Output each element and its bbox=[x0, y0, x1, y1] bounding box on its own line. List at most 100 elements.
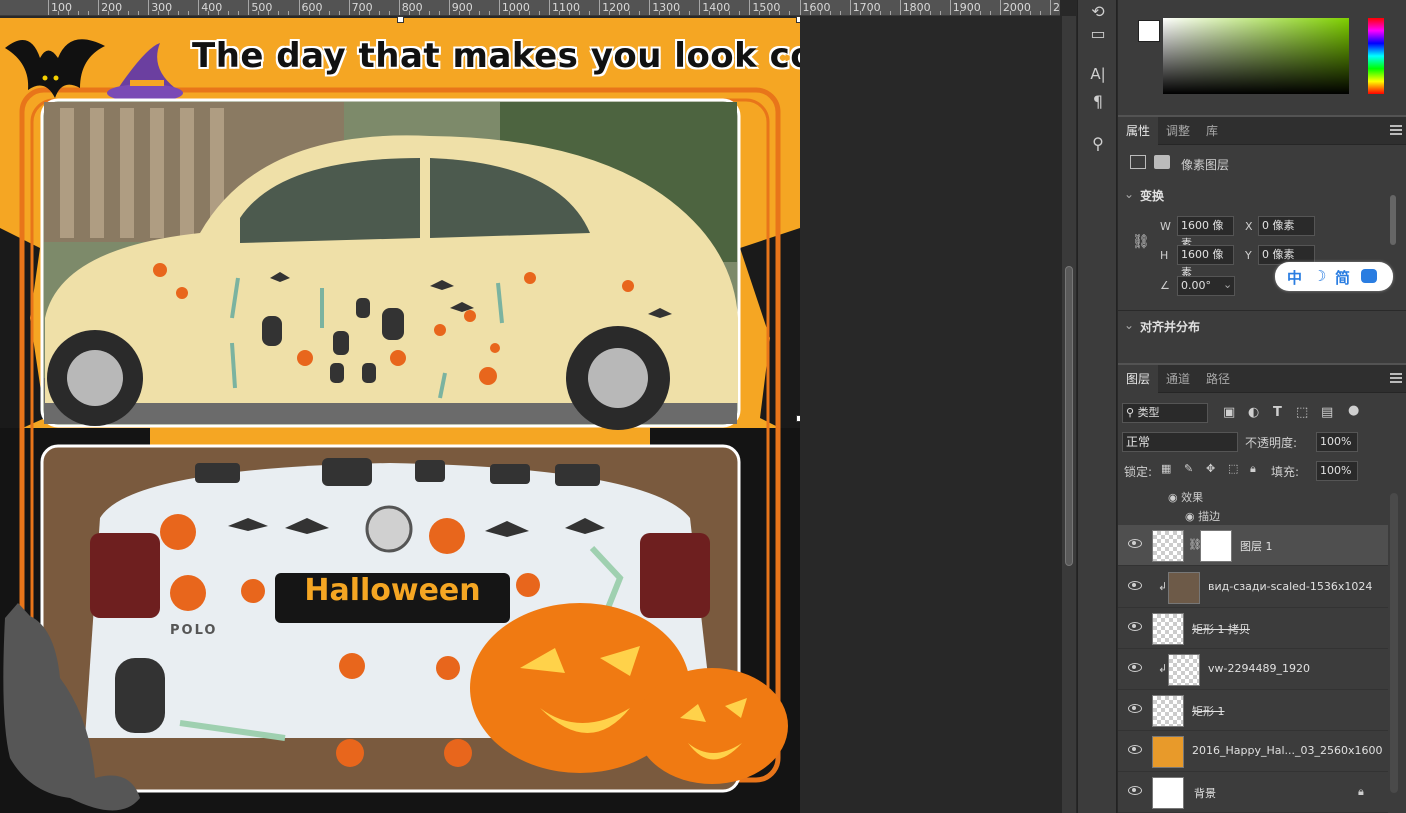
ruler-minor-tick bbox=[58, 11, 60, 15]
opacity-field[interactable]: 100% bbox=[1316, 432, 1358, 452]
filter-shape-icon[interactable]: ⬚ bbox=[1296, 405, 1308, 420]
ruler-minor-tick bbox=[468, 11, 470, 15]
layer-row[interactable]: ↲ vw-2294489_1920 bbox=[1118, 649, 1388, 690]
ruler-minor-tick bbox=[689, 11, 691, 15]
angle-dropdown-icon[interactable]: ⌄ bbox=[1223, 278, 1232, 291]
vertical-scrollbar[interactable] bbox=[1062, 16, 1076, 813]
ruler-tick-label: 1100 bbox=[549, 0, 580, 15]
ruler-minor-tick bbox=[589, 11, 591, 15]
tab-properties[interactable]: 属性 bbox=[1118, 117, 1159, 145]
ruler-minor-tick bbox=[308, 11, 310, 15]
ruler-minor-tick bbox=[629, 11, 631, 15]
blend-mode-select[interactable]: 正常 bbox=[1122, 432, 1238, 452]
effects-row[interactable]: ◉ 效果 bbox=[1168, 489, 1203, 505]
height-field[interactable]: 1600 像素 bbox=[1177, 245, 1234, 279]
eye-icon[interactable] bbox=[1128, 786, 1142, 795]
foreground-swatch[interactable] bbox=[1138, 20, 1160, 42]
panel-menu-icon[interactable] bbox=[1390, 373, 1402, 383]
layer-row[interactable]: 矩形 1 bbox=[1118, 690, 1388, 731]
filter-image-icon[interactable]: ▣ bbox=[1223, 405, 1235, 420]
ruler-minor-tick bbox=[989, 11, 991, 15]
stroke-effect-row[interactable]: ◉ 描边 bbox=[1185, 508, 1220, 524]
ruler-minor-tick bbox=[959, 11, 961, 15]
layer-name[interactable]: 矩形 1 拷贝 bbox=[1192, 621, 1250, 637]
tab-adjustments[interactable]: 调整 bbox=[1158, 117, 1198, 145]
ruler-minor-tick bbox=[158, 11, 160, 15]
layer-name[interactable]: вид-сзади-scaled-1536x1024 bbox=[1208, 580, 1372, 593]
ruler-minor-tick bbox=[518, 11, 520, 15]
tab-channels[interactable]: 通道 bbox=[1158, 365, 1198, 393]
layer-row[interactable]: ↲ вид-сзади-scaled-1536x1024 bbox=[1118, 567, 1388, 608]
layer-row[interactable]: 2016_Happy_Hal..._03_2560x1600 bbox=[1118, 731, 1388, 772]
filter-smart-icon[interactable]: ▤ bbox=[1321, 405, 1333, 420]
layer-mask-thumbnail[interactable] bbox=[1200, 530, 1232, 562]
eye-icon[interactable] bbox=[1128, 539, 1142, 548]
stroke-label: 描边 bbox=[1198, 510, 1221, 523]
hue-slider[interactable] bbox=[1368, 18, 1384, 94]
width-field[interactable]: 1600 像素 bbox=[1177, 216, 1234, 250]
eye-icon[interactable] bbox=[1128, 581, 1142, 590]
filter-type-icon[interactable]: T bbox=[1273, 405, 1282, 420]
eye-icon[interactable]: ◉ bbox=[1185, 510, 1198, 523]
tab-paths[interactable]: 路径 bbox=[1198, 365, 1238, 393]
lock-transparent-icon[interactable]: ▦ bbox=[1161, 462, 1171, 475]
link-icon[interactable]: ⛓ bbox=[1132, 234, 1150, 250]
fill-field[interactable]: 100% bbox=[1316, 461, 1358, 481]
eye-icon[interactable] bbox=[1128, 745, 1142, 754]
transform-title[interactable]: 变换 bbox=[1140, 187, 1164, 204]
ruler-minor-tick bbox=[278, 11, 280, 15]
ruler-tick-label: 1500 bbox=[749, 0, 780, 15]
layer-name[interactable]: 背景 bbox=[1194, 785, 1216, 801]
layer-thumbnail bbox=[1152, 613, 1184, 645]
ime-toolbar[interactable]: 中 ☽ 简 bbox=[1275, 262, 1393, 291]
document-canvas[interactable]: The day that makes you look cool Hallowe… bbox=[0, 18, 800, 813]
layer-name[interactable]: vw-2294489_1920 bbox=[1208, 662, 1310, 675]
selection-handle-top[interactable] bbox=[397, 16, 404, 23]
mask-icon[interactable] bbox=[1154, 155, 1170, 169]
lock-all-icon[interactable]: 🔒︎ bbox=[1250, 462, 1256, 476]
ime-simplified-icon[interactable]: 简 bbox=[1335, 267, 1350, 288]
properties-scrollbar[interactable] bbox=[1390, 195, 1396, 245]
layer-thumbnail bbox=[1152, 695, 1184, 727]
ruler-minor-tick bbox=[1009, 11, 1011, 15]
eye-icon[interactable] bbox=[1128, 663, 1142, 672]
eye-icon[interactable] bbox=[1128, 704, 1142, 713]
layer-row[interactable]: 背景 🔒︎ bbox=[1118, 772, 1388, 813]
filter-adjustment-icon[interactable]: ◐ bbox=[1248, 405, 1259, 420]
eye-icon[interactable] bbox=[1128, 622, 1142, 631]
x-field[interactable]: 0 像素 bbox=[1258, 216, 1315, 236]
chevron-down-icon[interactable]: ⌄ bbox=[1124, 187, 1134, 201]
tab-libraries[interactable]: 库 bbox=[1198, 117, 1226, 145]
tab-layers[interactable]: 图层 bbox=[1118, 365, 1159, 393]
lock-artboard-icon[interactable]: ⬚ bbox=[1228, 462, 1238, 475]
color-field[interactable] bbox=[1163, 18, 1349, 94]
ruler-minor-tick bbox=[889, 11, 891, 15]
align-distribute-title[interactable]: 对齐并分布 bbox=[1140, 318, 1200, 335]
ruler-minor-tick bbox=[929, 11, 931, 15]
ruler-minor-tick bbox=[909, 11, 911, 15]
layers-scrollbar[interactable] bbox=[1390, 493, 1398, 793]
hand-tool-icon[interactable]: ⚲ bbox=[1086, 132, 1110, 156]
ime-skin-icon[interactable] bbox=[1361, 269, 1377, 283]
ruler-minor-tick bbox=[829, 11, 831, 15]
lock-position-icon[interactable]: ✥ bbox=[1206, 462, 1215, 475]
comment-icon[interactable]: ▭ bbox=[1086, 22, 1110, 46]
ime-chinese-icon[interactable]: 中 bbox=[1287, 267, 1302, 288]
chevron-down-icon[interactable]: ⌄ bbox=[1124, 318, 1134, 332]
panel-menu-icon[interactable] bbox=[1390, 125, 1402, 135]
character-icon[interactable]: A| bbox=[1086, 62, 1110, 86]
layer-name[interactable]: 图层 1 bbox=[1240, 538, 1273, 554]
lock-paint-icon[interactable]: ✎ bbox=[1184, 462, 1193, 475]
eye-icon[interactable]: ◉ bbox=[1168, 491, 1181, 504]
layer-name[interactable]: 矩形 1 bbox=[1192, 703, 1225, 719]
layer-filter-select[interactable]: ⚲ 类型 bbox=[1122, 403, 1208, 423]
angle-icon: ∠ bbox=[1160, 279, 1170, 292]
layer-row[interactable]: 矩形 1 拷贝 bbox=[1118, 608, 1388, 649]
paragraph-icon[interactable]: ¶ bbox=[1086, 90, 1110, 114]
filter-toggle-icon[interactable]: ● bbox=[1348, 403, 1359, 418]
ruler-minor-tick bbox=[979, 11, 981, 15]
layer-name[interactable]: 2016_Happy_Hal..._03_2560x1600 bbox=[1192, 744, 1383, 757]
ime-moon-icon[interactable]: ☽ bbox=[1313, 267, 1326, 285]
history-icon[interactable]: ⟲ bbox=[1086, 0, 1110, 24]
layer-row[interactable]: ⛓ 图层 1 bbox=[1118, 525, 1388, 566]
